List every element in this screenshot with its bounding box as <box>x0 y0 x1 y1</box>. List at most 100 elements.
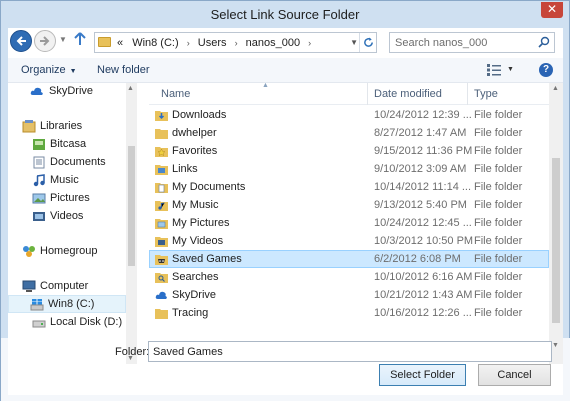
file-date: 10/3/2012 10:50 PM <box>374 235 474 247</box>
breadcrumb-drive[interactable]: Win8 (C:) <box>132 37 178 49</box>
file-type: File folder <box>474 235 523 247</box>
breadcrumb-separator[interactable]: › <box>235 38 238 48</box>
sidebar-item-label: Bitcasa <box>50 138 87 150</box>
column-header-row: ▲ Name Date modified Type <box>149 83 549 105</box>
file-type: File folder <box>474 253 523 265</box>
table-row[interactable]: My Documents 10/14/2012 11:14 ... File f… <box>149 178 549 196</box>
sidebar-item-documents[interactable]: Documents <box>26 154 126 172</box>
navigation-scrollbar[interactable]: ▲ ▼ <box>126 83 137 364</box>
breadcrumb-user[interactable]: nanos_000 <box>246 37 300 49</box>
column-header-date[interactable]: Date modified <box>374 88 442 100</box>
forward-button[interactable] <box>34 30 56 52</box>
file-name: My Documents <box>172 181 246 193</box>
sort-ascending-icon: ▲ <box>262 83 269 89</box>
breadcrumb-separator[interactable]: › <box>187 38 190 48</box>
folder-icon <box>98 37 111 47</box>
address-row: ▼ « Win8 (C:) › Users › nanos_000 › ▼ <box>8 28 563 58</box>
search-input[interactable] <box>395 35 535 50</box>
title-bar: Select Link Source Folder ✕ <box>1 1 569 28</box>
sidebar-item-videos[interactable]: Videos <box>26 208 126 226</box>
column-header-type[interactable]: Type <box>474 88 498 100</box>
select-folder-button[interactable]: Select Folder <box>379 364 466 386</box>
column-header-name[interactable]: Name <box>161 88 190 100</box>
sidebar-item-local-disk[interactable]: Local Disk (D:) <box>26 314 126 332</box>
sidebar-item-homegroup[interactable]: Homegroup <box>16 243 126 261</box>
sidebar-item-label: Pictures <box>50 192 90 204</box>
sidebar-item-pictures[interactable]: Pictures <box>26 190 126 208</box>
breadcrumb-separator[interactable]: › <box>308 38 311 48</box>
back-button[interactable] <box>10 30 32 52</box>
table-row[interactable]: SkyDrive 10/21/2012 1:43 AM File folder <box>149 286 549 304</box>
sidebar-item-label: Win8 (C:) <box>48 298 95 310</box>
sidebar-item-label: Documents <box>50 156 106 168</box>
view-options-icon[interactable] <box>487 64 501 76</box>
recent-locations-dropdown[interactable]: ▼ <box>59 35 67 44</box>
documents-folder-icon <box>155 183 168 193</box>
table-row[interactable]: Downloads 10/24/2012 12:39 ... File fold… <box>149 106 549 124</box>
table-row[interactable]: Saved Games 6/2/2012 6:08 PM File folder <box>149 250 549 268</box>
file-list-vertical-scrollbar[interactable]: ▲ ▼ <box>549 83 563 351</box>
documents-icon <box>33 156 45 169</box>
table-row[interactable]: My Music 9/13/2012 5:40 PM File folder <box>149 196 549 214</box>
sidebar-item-skydrive[interactable]: SkyDrive <box>26 83 126 101</box>
column-divider[interactable] <box>367 83 368 105</box>
search-icon[interactable] <box>538 36 550 48</box>
address-dropdown[interactable]: ▼ <box>350 38 358 47</box>
sidebar-item-libraries[interactable]: Libraries <box>16 118 126 136</box>
sidebar-item-win8-drive[interactable]: Win8 (C:) <box>8 295 126 313</box>
address-bar[interactable]: « Win8 (C:) › Users › nanos_000 › ▼ <box>94 32 377 53</box>
table-row[interactable]: dwhelper 8/27/2012 1:47 AM File folder <box>149 124 549 142</box>
file-type: File folder <box>474 145 523 157</box>
table-row[interactable]: Favorites 9/15/2012 11:36 PM File folder <box>149 142 549 160</box>
table-row[interactable]: My Videos 10/3/2012 10:50 PM File folder <box>149 232 549 250</box>
file-date: 6/2/2012 6:08 PM <box>374 253 461 265</box>
new-folder-button[interactable]: New folder <box>97 64 150 76</box>
searches-folder-icon <box>155 273 168 283</box>
table-row[interactable]: My Pictures 10/24/2012 12:45 ... File fo… <box>149 214 549 232</box>
file-list: ▲ Name Date modified Type Downloads 10/2… <box>149 83 563 364</box>
view-dropdown[interactable]: ▼ <box>507 66 514 73</box>
scrollbar-thumb[interactable] <box>552 158 560 323</box>
scrollbar-thumb[interactable] <box>128 146 135 266</box>
folder-icon <box>155 309 168 319</box>
organize-label: Organize <box>21 64 66 76</box>
refresh-button[interactable] <box>359 33 376 52</box>
scroll-up-icon[interactable]: ▲ <box>127 85 134 92</box>
breadcrumb-users[interactable]: Users <box>198 37 227 49</box>
help-button[interactable]: ? <box>539 63 553 77</box>
file-date: 10/24/2012 12:45 ... <box>374 217 472 229</box>
file-name: dwhelper <box>172 127 217 139</box>
cancel-button[interactable]: Cancel <box>478 364 551 386</box>
back-arrow-icon <box>16 36 26 46</box>
table-row[interactable]: Searches 10/10/2012 6:16 AM File folder <box>149 268 549 286</box>
music-icon <box>33 174 45 187</box>
sidebar-item-music[interactable]: Music <box>26 172 126 190</box>
table-row[interactable]: Links 9/10/2012 3:09 AM File folder <box>149 160 549 178</box>
windows-drive-icon <box>30 299 44 311</box>
libraries-icon <box>22 120 36 133</box>
sidebar-item-computer[interactable]: Computer <box>16 278 126 296</box>
breadcrumb-overflow[interactable]: « <box>117 37 123 49</box>
up-arrow-icon <box>74 32 86 45</box>
close-button[interactable]: ✕ <box>541 2 563 18</box>
scroll-up-icon[interactable]: ▲ <box>552 85 559 92</box>
search-box[interactable] <box>389 32 555 53</box>
up-button[interactable] <box>74 32 86 49</box>
folder-icon <box>155 129 168 139</box>
sidebar-item-bitcasa[interactable]: Bitcasa <box>26 136 126 154</box>
folder-name-input[interactable] <box>148 341 552 362</box>
scroll-down-icon[interactable]: ▼ <box>552 342 559 349</box>
bitcasa-icon <box>33 139 45 150</box>
videos-icon <box>33 212 45 221</box>
file-name: My Videos <box>172 235 224 247</box>
drive-icon <box>32 320 46 328</box>
table-row[interactable]: Tracing 10/16/2012 12:26 ... File folder <box>149 304 549 322</box>
dialog-window: Select Link Source Folder ✕ ▼ « Win8 (C:… <box>0 0 570 401</box>
skydrive-folder-icon <box>155 291 167 299</box>
folder-label: Folder: <box>115 346 150 358</box>
column-divider[interactable] <box>467 83 468 105</box>
file-name: My Music <box>172 199 219 211</box>
file-type: File folder <box>474 307 523 319</box>
file-type: File folder <box>474 109 523 121</box>
organize-button[interactable]: Organize ▼ <box>21 64 77 76</box>
